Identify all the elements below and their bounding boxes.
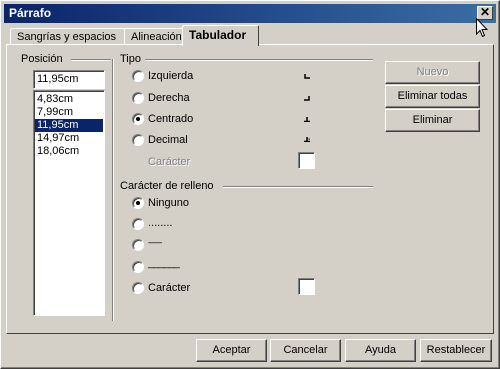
radio-ninguno[interactable] (132, 197, 144, 209)
tab-decimal-icon (304, 137, 310, 142)
window-title: Párrafo (9, 6, 52, 20)
list-item-selected[interactable]: 11,95cm (35, 119, 103, 132)
divider (112, 59, 114, 321)
tab-center-icon (304, 117, 310, 122)
tipo-caracter-field[interactable] (298, 152, 315, 169)
eliminar-todas-button[interactable]: Eliminar todas (385, 85, 480, 108)
tipo-group-label: Tipo (120, 53, 141, 65)
relleno-group-label: Carácter de relleno (120, 180, 214, 192)
radio-selected-dot (136, 201, 140, 205)
tab-label: Tabulador (189, 28, 247, 42)
close-icon: ✕ (479, 5, 491, 19)
radio-label-izquierda[interactable]: Izquierda (148, 70, 193, 82)
tab-sangrias-y-espacios[interactable]: Sangrías y espacios (10, 28, 130, 45)
radio-label-ninguno[interactable]: Ninguno (148, 197, 189, 209)
tab-tabulador[interactable]: Tabulador (182, 25, 259, 46)
radio-guiones[interactable] (132, 239, 144, 251)
tab-label: Alineación (131, 31, 182, 43)
radio-label-subrayado[interactable]: ______ (148, 257, 180, 269)
divider (145, 59, 373, 61)
tab-panel: Posición 11,95cm 4,83cm 7,99cm 11,95cm 1… (6, 44, 494, 334)
divider (223, 186, 373, 188)
radio-label-decimal[interactable]: Decimal (148, 134, 188, 146)
restablecer-button[interactable]: Restablecer (420, 339, 492, 362)
relleno-caracter-field[interactable] (298, 278, 315, 295)
list-item[interactable]: 18,06cm (35, 145, 103, 158)
position-group-label: Posición (21, 53, 63, 65)
ayuda-button[interactable]: Ayuda (345, 339, 416, 362)
radio-label-centrado[interactable]: Centrado (148, 113, 193, 125)
position-input[interactable]: 11,95cm (33, 70, 105, 89)
radio-label-caracter[interactable]: Carácter (148, 282, 190, 294)
tab-left-icon (304, 74, 310, 79)
radio-izquierda[interactable] (132, 70, 144, 82)
caracter-label-disabled: Carácter (148, 156, 191, 168)
radio-label-puntos[interactable]: ........ (148, 217, 172, 229)
position-list[interactable]: 4,83cm 7,99cm 11,95cm 14,97cm 18,06cm (33, 90, 105, 316)
tab-label: Sangrías y espacios (17, 31, 117, 43)
radio-label-derecha[interactable]: Derecha (148, 92, 190, 104)
tab-right-icon (304, 96, 310, 101)
radio-subrayado[interactable] (132, 261, 144, 273)
list-item[interactable]: 14,97cm (35, 132, 103, 145)
list-item[interactable]: 7,99cm (35, 106, 103, 119)
radio-caracter[interactable] (132, 282, 144, 294)
divider (71, 59, 111, 61)
cancelar-button[interactable]: Cancelar (270, 339, 341, 362)
radio-label-guiones[interactable]: -------- (148, 238, 162, 247)
radio-centrado[interactable] (132, 113, 144, 125)
list-item[interactable]: 4,83cm (35, 93, 103, 106)
eliminar-button[interactable]: Eliminar (385, 109, 480, 132)
mouse-cursor-icon (476, 18, 488, 38)
nuevo-button[interactable]: Nuevo (385, 61, 480, 84)
aceptar-button[interactable]: Aceptar (196, 339, 267, 362)
tab-alineacion[interactable]: Alineación (124, 28, 190, 45)
radio-derecha[interactable] (132, 92, 144, 104)
radio-selected-dot (136, 117, 140, 121)
radio-puntos[interactable] (132, 218, 144, 230)
radio-decimal[interactable] (132, 134, 144, 146)
title-bar[interactable]: Párrafo ✕ (4, 4, 496, 23)
